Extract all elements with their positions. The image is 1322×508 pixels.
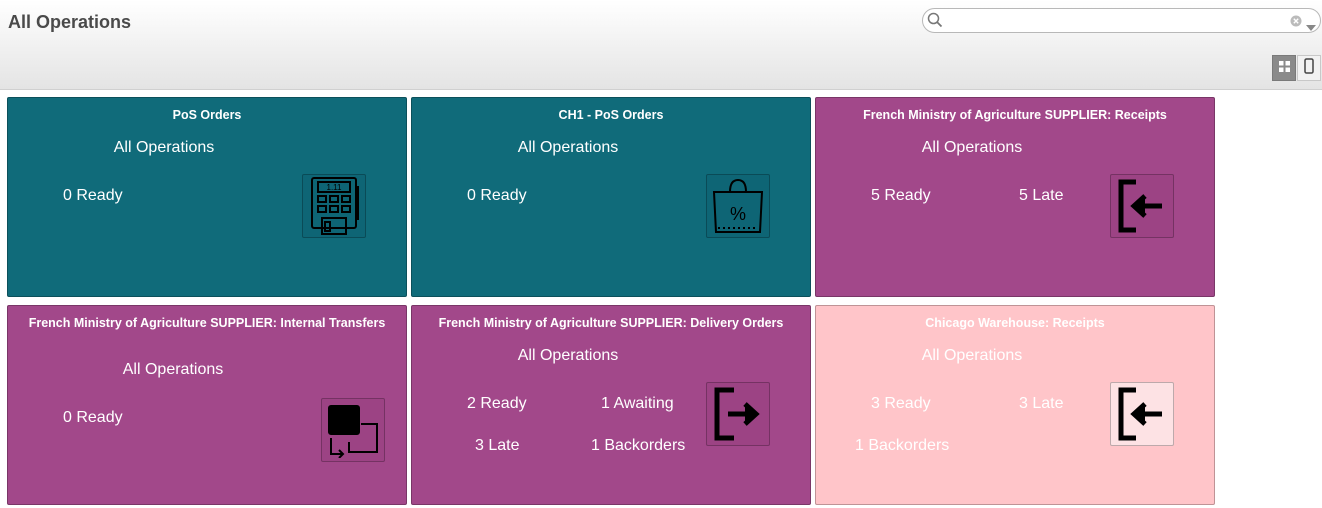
awaiting-count[interactable]: 1 Awaiting bbox=[601, 395, 674, 413]
page-title: All Operations bbox=[8, 12, 132, 32]
ready-count[interactable]: 3 Ready bbox=[871, 395, 931, 413]
late-count[interactable]: 5 Late bbox=[1019, 187, 1063, 205]
ready-count[interactable]: 0 Ready bbox=[63, 187, 123, 205]
kanban-card-ch1-pos-orders[interactable]: CH1 - PoS Orders All Operations 0 Ready … bbox=[411, 97, 811, 297]
sign-out-icon bbox=[706, 382, 770, 446]
card-title[interactable]: French Ministry of Agriculture SUPPLIER:… bbox=[28, 316, 386, 330]
all-operations-link[interactable]: All Operations bbox=[872, 347, 1072, 365]
late-count[interactable]: 3 Late bbox=[475, 437, 519, 455]
card-title[interactable]: Chicago Warehouse: Receipts bbox=[836, 316, 1194, 330]
card-title[interactable]: French Ministry of Agriculture SUPPLIER:… bbox=[836, 108, 1194, 122]
view-switcher bbox=[1272, 55, 1321, 81]
all-operations-link[interactable]: All Operations bbox=[872, 139, 1072, 157]
ready-count[interactable]: 5 Ready bbox=[871, 187, 931, 205]
svg-text:%: % bbox=[730, 204, 746, 224]
search-icon bbox=[927, 12, 943, 33]
ready-count[interactable]: 0 Ready bbox=[63, 409, 123, 427]
all-operations-link[interactable]: All Operations bbox=[468, 139, 668, 157]
late-count[interactable]: 3 Late bbox=[1019, 395, 1063, 413]
kanban-card-receipts[interactable]: French Ministry of Agriculture SUPPLIER:… bbox=[815, 97, 1215, 297]
kanban-card-internal-transfers[interactable]: French Ministry of Agriculture SUPPLIER:… bbox=[7, 305, 407, 505]
mobile-icon bbox=[1304, 57, 1314, 79]
ready-count[interactable]: 0 Ready bbox=[467, 187, 527, 205]
shopping-bag-percent-icon: % bbox=[706, 174, 770, 238]
backorders-count[interactable]: 1 Backorders bbox=[591, 437, 685, 455]
pos-terminal-icon: 1.11 bbox=[302, 174, 366, 238]
ready-count[interactable]: 2 Ready bbox=[467, 395, 527, 413]
mobile-view-button[interactable] bbox=[1297, 55, 1321, 81]
svg-text:1.11: 1.11 bbox=[327, 183, 343, 192]
backorders-count[interactable]: 1 Backorders bbox=[855, 437, 949, 455]
all-operations-link[interactable]: All Operations bbox=[468, 347, 668, 365]
control-panel: All Operations bbox=[0, 0, 1322, 90]
dropdown-toggle-icon[interactable] bbox=[1306, 18, 1316, 36]
card-title[interactable]: CH1 - PoS Orders bbox=[432, 108, 790, 122]
clear-icon[interactable] bbox=[1290, 14, 1302, 32]
search-input[interactable] bbox=[945, 12, 1285, 30]
sign-in-icon bbox=[1110, 382, 1174, 446]
all-operations-link[interactable]: All Operations bbox=[73, 361, 273, 379]
kanban-card-delivery-orders[interactable]: French Ministry of Agriculture SUPPLIER:… bbox=[411, 305, 811, 505]
sign-in-icon bbox=[1110, 174, 1174, 238]
kanban-view-button[interactable] bbox=[1272, 55, 1296, 81]
card-title[interactable]: PoS Orders bbox=[28, 108, 386, 122]
search-box[interactable] bbox=[922, 8, 1321, 33]
internal-transfer-icon bbox=[321, 398, 385, 462]
all-operations-link[interactable]: All Operations bbox=[64, 139, 264, 157]
grid-icon bbox=[1278, 59, 1290, 77]
kanban-card-chicago-receipts[interactable]: Chicago Warehouse: Receipts All Operatio… bbox=[815, 305, 1215, 505]
card-title[interactable]: French Ministry of Agriculture SUPPLIER:… bbox=[432, 316, 790, 330]
kanban-card-pos-orders[interactable]: PoS Orders All Operations 0 Ready 1.11 bbox=[7, 97, 407, 297]
